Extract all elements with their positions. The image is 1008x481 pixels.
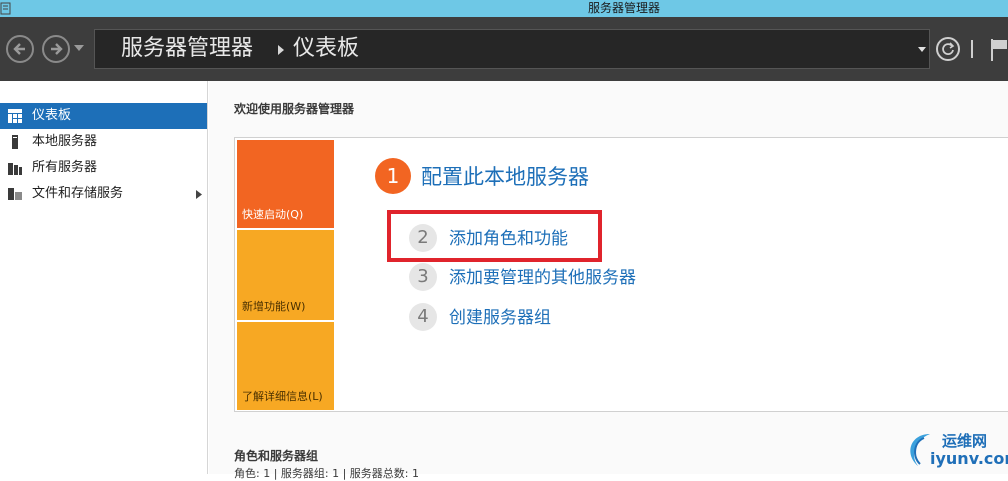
storage-icon <box>8 188 22 200</box>
forward-button[interactable] <box>42 35 70 63</box>
sidebar-item-all-servers[interactable]: 所有服务器 <box>0 155 207 181</box>
main-content: 欢迎使用服务器管理器 快速启动(Q) 新增功能(W) 了解详细信息(L) 1 配… <box>209 81 1008 480</box>
welcome-heading: 欢迎使用服务器管理器 <box>234 102 355 116</box>
title-bar: 服务器管理器 <box>0 0 1008 17</box>
tile-quick-start[interactable]: 快速启动(Q) <box>237 140 334 228</box>
tile-label: 新增功能(W) <box>242 300 306 313</box>
step-link[interactable]: 添加要管理的其他服务器 <box>449 263 636 293</box>
breadcrumb-chevron-down-icon[interactable] <box>918 47 926 52</box>
server-manager-app-icon <box>0 2 11 15</box>
watermark-top-text: 运维网 <box>942 432 988 450</box>
sidebar-item-label: 仪表板 <box>32 108 72 123</box>
expand-arrow-icon[interactable] <box>196 190 202 199</box>
step-number-badge: 2 <box>409 224 437 252</box>
breadcrumb-root[interactable]: 服务器管理器 <box>121 37 253 61</box>
tile-label: 快速启动(Q) <box>242 208 304 221</box>
breadcrumb-separator-icon <box>278 45 284 55</box>
flag-icon[interactable] <box>990 37 1008 61</box>
sidebar-item-label: 所有服务器 <box>32 160 98 175</box>
step-link[interactable]: 添加角色和功能 <box>449 224 568 254</box>
roles-summary: 角色: 1 | 服务器组: 1 | 服务器总数: 1 <box>234 467 420 480</box>
servers-icon <box>8 163 22 175</box>
step-number-badge: 3 <box>409 263 437 291</box>
step-number-badge: 1 <box>375 158 411 194</box>
server-icon <box>12 135 18 149</box>
step-link[interactable]: 创建服务器组 <box>449 303 551 333</box>
step-link[interactable]: 配置此本地服务器 <box>421 162 589 192</box>
history-dropdown-chevron-down-icon[interactable] <box>74 45 84 51</box>
toolbar-divider <box>971 40 973 58</box>
tile-learn-more[interactable]: 了解详细信息(L) <box>237 322 334 410</box>
breadcrumb-current[interactable]: 仪表板 <box>293 37 359 61</box>
sidebar: 仪表板 本地服务器 所有服务器 文件和存储服务 <box>0 81 208 474</box>
back-arrow-icon <box>13 43 25 55</box>
refresh-icon <box>942 42 955 55</box>
navigation-bar: 服务器管理器 仪表板 <box>0 17 1008 81</box>
sidebar-item-label: 文件和存储服务 <box>32 186 124 201</box>
sidebar-item-file-storage-services[interactable]: 文件和存储服务 <box>0 181 207 207</box>
back-button[interactable] <box>6 35 34 63</box>
step-number-badge: 4 <box>409 303 437 331</box>
sidebar-item-local-server[interactable]: 本地服务器 <box>0 129 207 155</box>
quick-start-panel: 快速启动(Q) 新增功能(W) 了解详细信息(L) 1 配置此本地服务器 2 添… <box>234 137 1008 412</box>
sidebar-item-label: 本地服务器 <box>32 134 98 149</box>
breadcrumb[interactable]: 服务器管理器 仪表板 <box>94 29 930 69</box>
refresh-button[interactable] <box>936 37 960 61</box>
watermark-bottom-text: iyunv.com <box>930 449 1008 468</box>
sidebar-item-dashboard[interactable]: 仪表板 <box>0 103 207 129</box>
window-title: 服务器管理器 <box>588 1 661 15</box>
tile-whats-new[interactable]: 新增功能(W) <box>237 230 334 320</box>
roles-section-heading: 角色和服务器组 <box>234 449 319 463</box>
dashboard-icon <box>8 109 22 123</box>
forward-arrow-icon <box>51 43 63 55</box>
watermark-logo: 运维网 iyunv.com <box>900 428 1008 472</box>
tile-label: 了解详细信息(L) <box>242 390 323 403</box>
